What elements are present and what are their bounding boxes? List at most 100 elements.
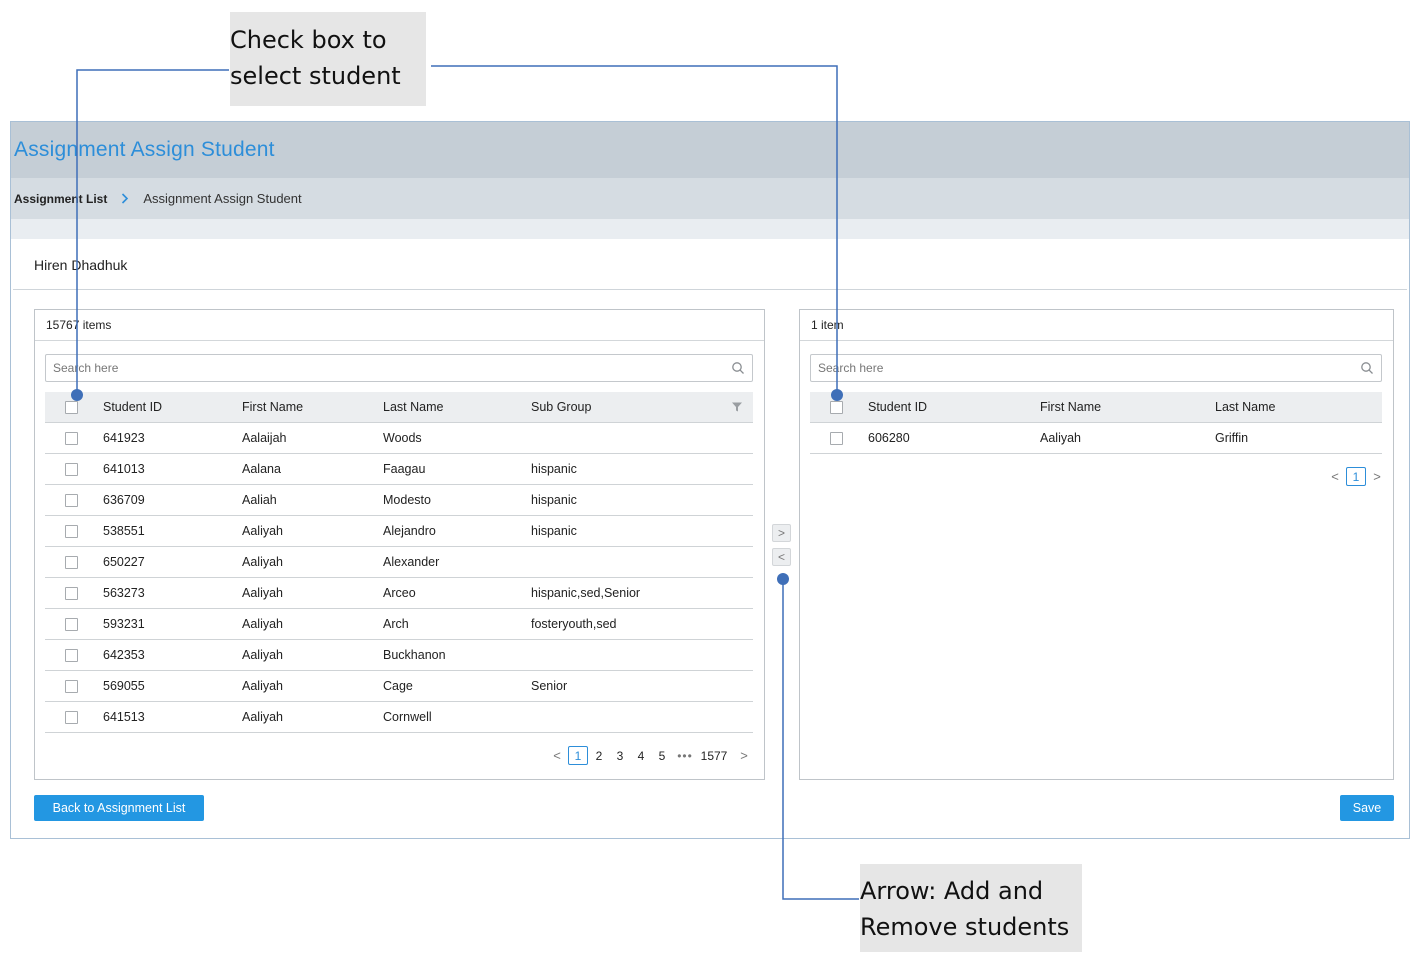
cell-last-name: Arceo [383,577,531,609]
row-checkbox-cell [45,639,103,671]
table-row[interactable]: 641923 Aalaijah Woods [45,422,753,454]
cell-first-name: Aaliyah [242,546,383,578]
add-to-target-button[interactable]: > [772,524,791,542]
cell-last-name: Arch [383,608,531,640]
column-student-id[interactable]: Student ID [868,392,1040,423]
cell-first-name: Aalaijah [242,422,383,454]
column-first-name[interactable]: First Name [1040,392,1215,423]
table-row[interactable]: 642353 Aaliyah Buckhanon [45,639,753,671]
table-row[interactable]: 593231 Aaliyah Arch fosteryouth,sed [45,608,753,640]
cell-sub-group [531,639,753,671]
row-checkbox[interactable] [65,648,78,662]
column-last-name[interactable]: Last Name [1215,392,1382,423]
row-checkbox-cell [810,422,868,454]
select-all-cell [810,392,868,423]
cell-first-name: Aaliyah [242,639,383,671]
target-list-panel: 1 item Student ID First Name Last Name 6… [799,309,1394,780]
table-row[interactable]: 569055 Aaliyah Cage Senior [45,670,753,702]
cell-first-name: Aaliyah [242,577,383,609]
pagination-page-5[interactable]: 5 [652,746,672,765]
cell-last-name: Alexander [383,546,531,578]
cell-sub-group [531,701,753,733]
target-search-input[interactable] [811,356,1359,380]
table-row[interactable]: 538551 Aaliyah Alejandro hispanic [45,515,753,547]
column-first-name[interactable]: First Name [242,392,383,423]
save-button[interactable]: Save [1340,795,1394,821]
pagination-page-1[interactable]: 1 [568,746,588,765]
column-sub-group-label[interactable]: Sub Group [531,400,591,414]
row-checkbox-cell [45,701,103,733]
pagination-prev[interactable]: < [547,746,567,765]
row-checkbox[interactable] [65,555,78,569]
pagination-page-1[interactable]: 1 [1346,467,1366,486]
row-checkbox[interactable] [65,524,78,538]
select-all-cell [45,392,103,423]
cell-last-name: Cornwell [383,701,531,733]
pagination-page-4[interactable]: 4 [631,746,651,765]
cell-first-name: Aalana [242,453,383,485]
cell-student-id: 642353 [103,639,242,671]
cell-first-name: Aaliyah [242,515,383,547]
select-all-checkbox[interactable] [65,400,78,414]
table-row[interactable]: 563273 Aaliyah Arceo hispanic,sed,Senior [45,577,753,609]
search-icon[interactable] [730,360,746,376]
pagination-page-2[interactable]: 2 [589,746,609,765]
table-row[interactable]: 636709 Aaliah Modesto hispanic [45,484,753,516]
filter-icon[interactable] [731,401,743,413]
cell-last-name: Faagau [383,453,531,485]
pagination-prev[interactable]: < [1325,467,1345,486]
row-checkbox[interactable] [65,586,78,600]
column-last-name[interactable]: Last Name [383,392,531,423]
app-window: Assignment Assign Student Assignment Lis… [10,121,1410,839]
select-all-checkbox[interactable] [830,400,843,414]
row-checkbox[interactable] [65,431,78,445]
row-checkbox-cell [45,670,103,702]
row-checkbox-cell [45,577,103,609]
cell-first-name: Aaliyah [242,608,383,640]
row-checkbox[interactable] [65,710,78,724]
pagination-next[interactable]: > [1367,467,1387,486]
cell-last-name: Griffin [1215,422,1382,454]
table-row[interactable]: 606280 Aaliyah Griffin [810,422,1382,454]
breadcrumb: Assignment List Assignment Assign Studen… [11,178,1409,219]
page-title: Assignment Assign Student [14,138,275,161]
cell-sub-group: hispanic [531,484,753,516]
pagination-ellipsis[interactable]: ••• [673,746,697,765]
row-checkbox[interactable] [65,493,78,507]
column-student-id[interactable]: Student ID [103,392,242,423]
target-student-table: Student ID First Name Last Name 606280 Aa… [810,392,1382,454]
row-checkbox[interactable] [65,617,78,631]
pagination-next[interactable]: > [734,746,754,765]
search-icon[interactable] [1359,360,1375,376]
table-header-row: Student ID First Name Last Name [810,392,1382,423]
source-pagination: < 1 2 3 4 5 ••• 1577 > [547,746,755,765]
title-bar: Assignment Assign Student [11,122,1409,178]
row-checkbox[interactable] [65,679,78,693]
cell-student-id: 636709 [103,484,242,516]
back-to-assignment-list-button[interactable]: Back to Assignment List [34,795,204,821]
row-checkbox-cell [45,608,103,640]
cell-sub-group: fosteryouth,sed [531,608,753,640]
remove-from-target-button[interactable]: < [772,548,791,566]
cell-first-name: Aaliyah [1040,422,1215,454]
source-student-table: Student ID First Name Last Name Sub Grou… [45,392,753,733]
user-name: Hiren Dhadhuk [13,240,1407,290]
pagination-page-3[interactable]: 3 [610,746,630,765]
row-checkbox-cell [45,453,103,485]
callout-line: Arrow: Add and [860,877,1044,905]
callout-line: select student [230,62,401,90]
pagination-page-last[interactable]: 1577 [698,746,730,765]
source-search-input[interactable] [46,356,730,380]
cell-sub-group: hispanic,sed,Senior [531,577,753,609]
row-checkbox[interactable] [65,462,78,476]
table-row[interactable]: 650227 Aaliyah Alexander [45,546,753,578]
source-list-panel: 15767 items Student ID First Name Last N… [34,309,765,780]
table-row[interactable]: 641013 Aalana Faagau hispanic [45,453,753,485]
row-checkbox-cell [45,515,103,547]
callout-checkbox: Check box to select student [230,12,426,106]
breadcrumb-link-assignment-list[interactable]: Assignment List [14,192,107,206]
table-row[interactable]: 641513 Aaliyah Cornwell [45,701,753,733]
row-checkbox[interactable] [830,431,843,445]
cell-last-name: Alejandro [383,515,531,547]
table-header-row: Student ID First Name Last Name Sub Grou… [45,392,753,423]
